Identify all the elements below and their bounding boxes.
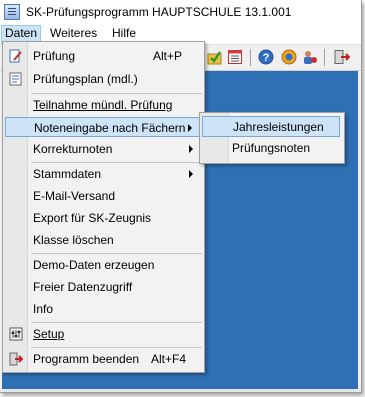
menu-item-export[interactable]: Export für SK-Zeugnis bbox=[5, 208, 202, 228]
checkmark-folder-icon[interactable] bbox=[207, 49, 223, 65]
menu-item-label: Info bbox=[33, 302, 54, 316]
menu-item-label: Freier Datenzugriff bbox=[33, 280, 133, 294]
lifebuoy-icon[interactable] bbox=[281, 49, 297, 65]
menu-item-label: Stammdaten bbox=[33, 167, 102, 181]
submenu-arrow-icon bbox=[189, 170, 193, 178]
menu-separator bbox=[31, 322, 202, 323]
menu-item-label: Programm beenden bbox=[33, 352, 140, 366]
menu-weiteres[interactable]: Weiteres bbox=[47, 25, 100, 42]
user-config-icon[interactable] bbox=[302, 49, 318, 65]
submenu-item-label: Jahresleistungen bbox=[233, 120, 324, 134]
toolbar-separator bbox=[250, 49, 251, 66]
menu-item-noteneingabe[interactable]: Noteneingabe nach Fächern bbox=[5, 117, 202, 137]
menu-hilfe[interactable]: Hilfe bbox=[109, 25, 139, 42]
submenu-item-jahresleistungen[interactable]: Jahresleistungen bbox=[202, 116, 340, 137]
status-bar bbox=[0, 389, 361, 392]
submenu-arrow-icon bbox=[188, 124, 192, 132]
window-title: SK-Prüfungsprogramm HAUPTSCHULE 13.1.001 bbox=[26, 5, 292, 19]
toolbar-separator bbox=[324, 49, 325, 66]
help-icon[interactable]: ? bbox=[258, 49, 274, 65]
menu-item-label: Noteneingabe nach Fächern bbox=[34, 121, 186, 135]
menu-item-label: E-Mail-Versand bbox=[33, 189, 116, 203]
menu-item-label: Demo-Daten erzeugen bbox=[33, 258, 155, 272]
menu-item-freier-datenzugriff[interactable]: Freier Datenzugriff bbox=[5, 277, 202, 297]
setup-sliders-icon bbox=[9, 327, 23, 341]
menu-icon-gutter bbox=[3, 42, 28, 372]
menu-item-label: Setup bbox=[33, 327, 65, 341]
noteneingabe-submenu: Jahresleistungen Prüfungsnoten bbox=[199, 112, 345, 164]
menu-item-shortcut: Alt+P bbox=[152, 49, 182, 63]
menu-item-klasse-loeschen[interactable]: Klasse löschen bbox=[5, 230, 202, 250]
submenu-item-label: Prüfungsnoten bbox=[232, 141, 311, 155]
menu-item-label: Export für SK-Zeugnis bbox=[33, 211, 152, 225]
title-bar: SK-Prüfungsprogramm HAUPTSCHULE 13.1.001 bbox=[0, 0, 361, 24]
menu-item-programm-beenden[interactable]: Programm beenden Alt+F4 bbox=[5, 349, 202, 369]
menu-item-teilnahme[interactable]: Teilnahme mündl. Prüfung bbox=[5, 95, 202, 115]
menu-separator bbox=[31, 93, 202, 94]
app-icon bbox=[4, 4, 20, 20]
submenu-item-pruefungsnoten[interactable]: Prüfungsnoten bbox=[202, 138, 340, 159]
table-icon[interactable] bbox=[227, 49, 243, 65]
menu-separator bbox=[31, 347, 202, 348]
svg-text:?: ? bbox=[263, 52, 270, 64]
menu-item-demo-daten[interactable]: Demo-Daten erzeugen bbox=[5, 255, 202, 275]
menu-item-label: Prüfung bbox=[33, 49, 76, 63]
exit-icon bbox=[9, 352, 23, 366]
menu-item-email-versand[interactable]: E-Mail-Versand bbox=[5, 186, 202, 206]
exam-edit-icon bbox=[9, 49, 22, 63]
menu-item-info[interactable]: Info bbox=[5, 299, 202, 319]
menu-item-label: Klasse löschen bbox=[33, 233, 114, 247]
plan-icon bbox=[9, 72, 22, 86]
menu-item-stammdaten[interactable]: Stammdaten bbox=[5, 164, 202, 184]
daten-dropdown-menu: Prüfung Alt+P Prüfungsplan (mdl.) Teilna… bbox=[2, 41, 205, 373]
menu-item-label: Korrekturnoten bbox=[33, 142, 113, 156]
menu-item-label: Prüfungsplan (mdl.) bbox=[33, 72, 138, 86]
menu-item-korrekturnoten[interactable]: Korrekturnoten bbox=[5, 139, 202, 159]
exit-icon[interactable] bbox=[334, 49, 350, 65]
menu-item-label: Teilnahme mündl. Prüfung bbox=[33, 98, 173, 112]
submenu-arrow-icon bbox=[189, 145, 193, 153]
menu-item-setup[interactable]: Setup bbox=[5, 324, 202, 344]
menu-item-pruefung[interactable]: Prüfung Alt+P bbox=[5, 46, 202, 66]
menu-separator bbox=[31, 253, 202, 254]
menu-item-shortcut: Alt+F4 bbox=[150, 352, 186, 366]
menu-item-pruefungsplan[interactable]: Prüfungsplan (mdl.) bbox=[5, 69, 202, 89]
menu-separator bbox=[31, 162, 202, 163]
